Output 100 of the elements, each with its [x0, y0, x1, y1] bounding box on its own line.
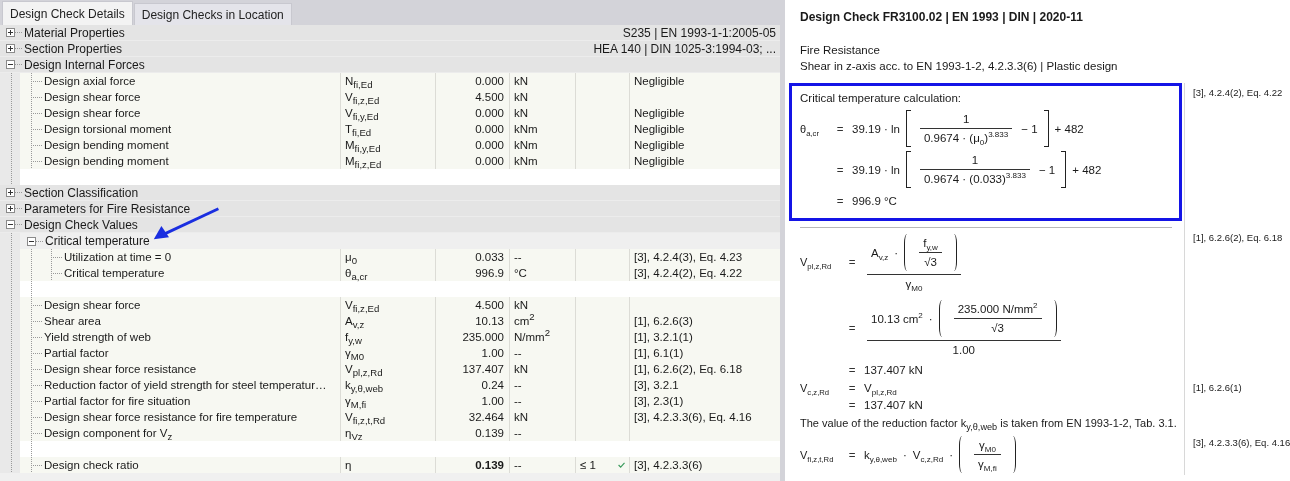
expand-icon[interactable] — [6, 28, 15, 37]
group-row[interactable]: Section Classification — [0, 185, 780, 201]
reference-text: [1], 6.2.6(1) — [1193, 382, 1242, 393]
equals-sign: = — [847, 398, 857, 411]
row-label: Shear area — [44, 315, 101, 327]
group-row[interactable]: Parameters for Fire Resistance — [0, 201, 780, 217]
tab[interactable]: Design Checks in Location — [133, 3, 292, 25]
equals-sign: = — [847, 322, 857, 334]
value-text: 0.000 — [475, 107, 504, 119]
formula-text: √3 — [991, 322, 1004, 334]
equals-sign: = — [847, 256, 857, 268]
row-label: Design bending moment — [44, 139, 169, 151]
subgroup-row[interactable]: Critical temperature — [20, 233, 780, 249]
unit-text: -- — [514, 459, 522, 471]
group-row[interactable]: Design Check Values — [0, 217, 780, 233]
formula-text: 1 — [971, 154, 979, 166]
group-label: Design Check Values — [24, 217, 138, 232]
symbol-text: μ$_{0}$ — [345, 251, 357, 263]
collapse-icon[interactable] — [27, 236, 36, 246]
symbol-text: θ$_{a,cr}$ — [345, 267, 368, 279]
unit-text: kN — [514, 363, 529, 375]
bracket-icon — [1043, 110, 1049, 147]
unit-text: N/mm$^{2}$ — [514, 331, 550, 343]
value-text: 4.500 — [475, 299, 504, 311]
formula-text: 137.407 kN — [864, 398, 923, 411]
explanation-text: The value of the reduction factor k$_{y,θ,web}$ is taken from EN 1993-1-2, Tab. 3.1. — [800, 416, 1177, 433]
reference-text: [3], 2.3(1) — [634, 395, 684, 407]
formula-text: · — [949, 448, 954, 461]
formula-symbol: V$_{fi,z,t,Rd}$ — [800, 448, 834, 461]
unit-text: kNm — [514, 123, 538, 135]
row-label: Partial factor — [44, 347, 109, 359]
unit-text: kN — [514, 299, 529, 311]
formula-text: · — [902, 448, 907, 461]
reference-text: [1], 6.2.6(3) — [634, 315, 693, 327]
expand-icon[interactable] — [6, 188, 15, 197]
formula-text: 39.19 · ln — [852, 163, 900, 176]
reference-text: [3], 3.2.1 — [634, 379, 679, 391]
reference-text: [1], 6.2.6(2), Eq. 6.18 — [634, 363, 743, 375]
unit-text: -- — [514, 251, 522, 263]
row-label: Utilization at time = 0 — [64, 251, 172, 263]
formula-text: 1 — [962, 113, 970, 125]
symbol-text: A$_{v,z}$ — [345, 315, 365, 327]
reference-text: [3], 4.2.3.3(6) — [634, 459, 703, 471]
value-text: 4.500 — [475, 91, 504, 103]
collapse-icon[interactable] — [6, 220, 15, 229]
formula-text: + 482 — [1072, 163, 1102, 176]
group-row[interactable]: Material Properties S235 | EN 1993-1-1:2005-05 — [0, 25, 780, 41]
formula-text: 996.9 °C — [852, 195, 897, 207]
row-label: Design shear force — [44, 299, 141, 311]
group-row[interactable]: Section Properties HEA 140 | DIN 1025-3:1994-03; ... — [0, 41, 780, 57]
symbol-text: M$_{fi,z,Ed}$ — [345, 155, 382, 167]
symbol-text: V$_{fi,z,Ed}$ — [345, 299, 380, 311]
symbol-text: γ$_{M,fi}$ — [345, 395, 367, 407]
report-subtitle: Fire Resistance — [800, 43, 881, 58]
equals-sign: = — [847, 448, 857, 461]
row-label: Critical temperature — [64, 267, 165, 279]
equals-sign: = — [835, 163, 845, 176]
row-label: Yield strength of web — [44, 331, 151, 343]
value-text: 0.033 — [475, 251, 504, 263]
equals-sign: = — [835, 122, 845, 135]
formula-text: 10.13 cm$^{2}$ — [871, 312, 923, 325]
row-label: Reduction factor of yield strength for steel temperatur… — [44, 379, 327, 391]
formula-text: 0.9674 · (0.033)$^{3.833}$ — [923, 173, 1026, 185]
symbol-text: V$_{fi,z,t,Rd}$ — [345, 411, 386, 423]
unit-text: kN — [514, 411, 529, 423]
collapse-icon[interactable] — [6, 60, 15, 69]
tab[interactable]: Design Check Details — [2, 1, 133, 25]
formula-text: + 482 — [1054, 122, 1084, 135]
reference-text: Negligible — [634, 107, 685, 119]
report-subtitle: Shear in z-axis acc. to EN 1993-1-2, 4.2.3.3(6) | Plastic design — [800, 59, 1119, 74]
expand-icon[interactable] — [6, 44, 15, 53]
symbol-text: γ$_{M0}$ — [345, 347, 365, 359]
formula-text: 137.407 kN — [864, 363, 923, 376]
value-text: 0.000 — [475, 123, 504, 135]
reference-text: [3], 4.2.4(2), Eq. 4.22 — [634, 267, 743, 279]
value-text: 0.24 — [481, 379, 504, 391]
formula-text: γ$_{M0}$ — [905, 278, 923, 290]
group-row[interactable]: Design Internal Forces — [0, 57, 780, 73]
equals-sign: = — [847, 381, 857, 394]
formula-text: A$_{v,z}$ — [871, 246, 889, 259]
symbol-text: T$_{fi,Ed}$ — [345, 123, 372, 135]
value-text: 0.000 — [475, 155, 504, 167]
reference-text: Negligible — [634, 139, 685, 151]
symbol-text: η$_{Vz}$ — [345, 427, 363, 439]
row-label: Partial factor for fire situation — [44, 395, 191, 407]
unit-text: kNm — [514, 155, 538, 167]
value-text: 0.139 — [475, 459, 504, 471]
group-label: Section Classification — [24, 185, 139, 200]
expand-icon[interactable] — [6, 204, 15, 213]
symbol-text: N$_{fi,Ed}$ — [345, 75, 373, 87]
row-label: Design bending moment — [44, 155, 169, 167]
value-text: 137.407 — [462, 363, 504, 375]
unit-text: kN — [514, 107, 529, 119]
unit-text: -- — [514, 379, 522, 391]
group-label: Material Properties — [24, 25, 125, 40]
unit-text: kNm — [514, 139, 538, 151]
formula-text: · — [894, 246, 899, 259]
row-label: Design check ratio — [44, 459, 139, 471]
value-text: 0.000 — [475, 139, 504, 151]
reference-text: Negligible — [634, 155, 685, 167]
